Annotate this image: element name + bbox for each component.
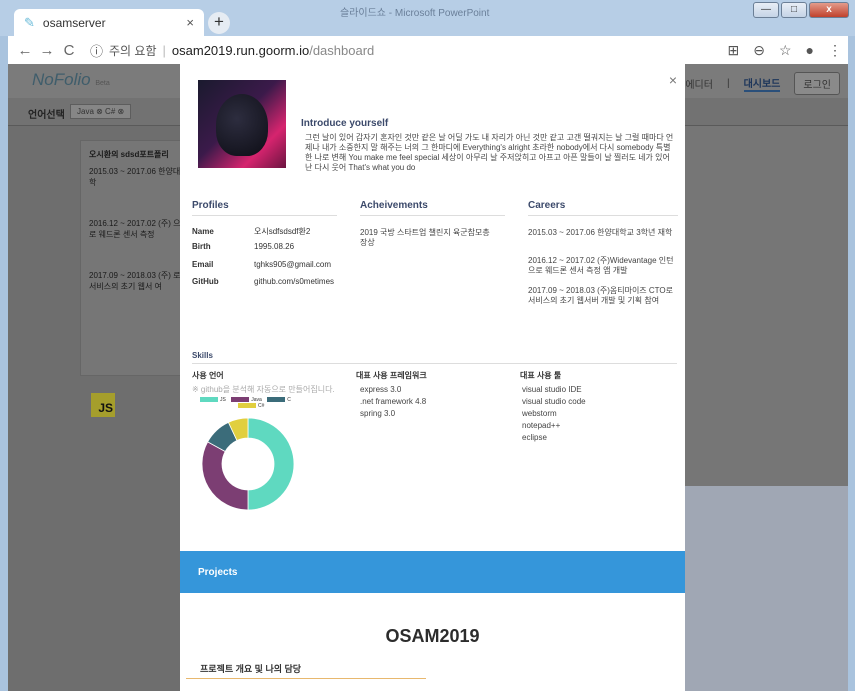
career-item: 2017.09 ~ 2018.03 (주)옴티마이즈 CTO로 서비스의 초기 … bbox=[528, 286, 673, 305]
nav-editor[interactable]: 에디터 bbox=[685, 76, 713, 91]
portfolio-card-item: 2017.09 ~ 2018.03 (주) 로 서비스의 초기 웹서 여 bbox=[89, 271, 181, 291]
window-controls: — □ x bbox=[753, 2, 849, 18]
donut-slice-js[interactable] bbox=[247, 417, 295, 511]
window-frame: 슬라이드쇼 - Microsoft PowerPoint — □ x ✎ osa… bbox=[0, 0, 855, 691]
legend-item-csharp[interactable]: C# bbox=[238, 403, 264, 409]
project-title: OSAM2019 bbox=[385, 626, 480, 646]
tools-heading: 대표 사용 툴 bbox=[520, 371, 562, 380]
tab-favicon-icon: ✎ bbox=[24, 14, 35, 30]
address-bar[interactable]: osam2019.run.goorm.io/dashboard bbox=[172, 43, 374, 58]
page-right-panel bbox=[684, 126, 848, 486]
zoom-icon[interactable]: ⊖ bbox=[753, 42, 765, 59]
frameworks-list: express 3.0 .net framework 4.8 spring 3.… bbox=[360, 384, 426, 420]
profile-github-row: GitHub github.com/s0metimes bbox=[192, 277, 335, 286]
toolbar-right-icons: ⊞ ⊖ ☆ ● ⋮ bbox=[728, 42, 843, 59]
profile-name-row: Name 오시sdfsdsdf환2 bbox=[192, 227, 311, 236]
careers-heading: Careers bbox=[528, 200, 678, 216]
profile-email-row: Email tghks905@gmail.com bbox=[192, 260, 332, 269]
portfolio-card-item: 2016.12 ~ 2017.02 (주) 으로 웨드론 센서 측정 bbox=[89, 219, 181, 239]
security-info-icon[interactable]: ⓘ bbox=[90, 41, 103, 60]
framework-item: express 3.0 bbox=[360, 385, 402, 394]
profiles-heading: Profiles bbox=[192, 200, 337, 216]
overview-underline bbox=[186, 678, 426, 679]
language-filter-chips[interactable]: Java ⊗ C# ⊗ bbox=[70, 104, 132, 119]
maximize-button[interactable]: □ bbox=[781, 2, 807, 18]
language-donut-chart bbox=[201, 417, 295, 511]
security-warning-text[interactable]: 주의 요함 bbox=[109, 42, 157, 59]
browser-tab[interactable]: ✎ osamserver × bbox=[14, 9, 204, 36]
url-host: osam2019.run.goorm.io bbox=[171, 42, 310, 58]
profile-icon[interactable]: ● bbox=[806, 42, 814, 59]
tool-item: notepad++ bbox=[522, 421, 561, 430]
donut-slice-java[interactable] bbox=[201, 441, 249, 511]
background-window-title: 슬라이드쇼 - Microsoft PowerPoint bbox=[340, 8, 490, 19]
js-badge: JS bbox=[91, 393, 115, 417]
tool-item: visual studio code bbox=[522, 397, 586, 406]
skills-heading: Skills bbox=[192, 351, 677, 364]
portfolio-card[interactable]: 오시환의 sdsd포트폴리 2015.03 ~ 2017.06 한양대 학 20… bbox=[80, 140, 190, 417]
modal-close-icon[interactable]: × bbox=[669, 72, 677, 88]
languages-note: ※ github을 분석해 자동으로 만들어집니다. bbox=[192, 385, 335, 394]
project-overview-heading: 프로젝트 개요 및 나의 담당 bbox=[200, 664, 302, 674]
filter-label: 언어선택 bbox=[28, 110, 65, 121]
menu-kebab-icon[interactable]: ⋮ bbox=[828, 42, 842, 59]
tool-item: visual studio IDE bbox=[522, 385, 582, 394]
framework-item: .net framework 4.8 bbox=[360, 397, 427, 406]
nav-divider: | bbox=[726, 78, 730, 89]
app-nav: 에디터 | 대시보드 로그인 bbox=[685, 72, 840, 95]
projects-heading: Projects bbox=[198, 567, 238, 578]
translate-icon[interactable]: ⊞ bbox=[728, 42, 740, 59]
legend-item-js[interactable]: JS bbox=[200, 397, 226, 403]
tab-close-icon[interactable]: × bbox=[186, 15, 194, 30]
url-path: /dashboard bbox=[309, 42, 375, 58]
projects-section-header: Projects bbox=[180, 551, 685, 593]
bookmark-star-icon[interactable]: ☆ bbox=[779, 42, 792, 59]
frameworks-heading: 대표 사용 프레임워크 bbox=[356, 371, 427, 380]
framework-item: spring 3.0 bbox=[360, 409, 396, 418]
achievement-item: 2019 국방 스타트업 챌린지 육군참모총장상 bbox=[360, 228, 490, 247]
page-viewport: NoFolio Beta 에디터 | 대시보드 로그인 언어선택 Java ⊗ … bbox=[8, 64, 848, 691]
tool-item: webstorm bbox=[522, 409, 557, 418]
new-tab-button[interactable]: + bbox=[208, 12, 230, 34]
minimize-button[interactable]: — bbox=[753, 2, 779, 18]
profile-modal: × Introduce yourself 그런 날이 있어 갑자기 혼자인 것만… bbox=[180, 64, 685, 691]
languages-heading: 사용 언어 bbox=[192, 371, 224, 380]
nav-dashboard[interactable]: 대시보드 bbox=[743, 75, 781, 92]
career-item: 2016.12 ~ 2017.02 (주)Widevantage 인턴으로 웨드… bbox=[528, 256, 674, 275]
intro-title: Introduce yourself bbox=[301, 118, 389, 129]
forward-button[interactable]: → bbox=[36, 42, 58, 59]
back-button[interactable]: ← bbox=[14, 42, 36, 59]
profile-birth-row: Birth 1995.08.26 bbox=[192, 242, 295, 251]
tab-title: osamserver bbox=[42, 15, 106, 30]
career-item: 2015.03 ~ 2017.06 한양대학교 3학년 재학 bbox=[528, 228, 673, 237]
nofolio-logo[interactable]: NoFolio Beta bbox=[32, 70, 110, 90]
achievements-heading: Acheivements bbox=[360, 200, 505, 216]
profile-avatar bbox=[198, 80, 286, 168]
tool-item: eclipse bbox=[522, 433, 547, 442]
portfolio-card-item: 2015.03 ~ 2017.06 한양대 학 bbox=[89, 167, 181, 187]
portfolio-card-title: 오시환의 sdsd포트폴리 bbox=[89, 150, 169, 159]
login-button[interactable]: 로그인 bbox=[794, 72, 840, 95]
address-divider: | bbox=[162, 42, 166, 58]
address-toolbar: ← → C ⓘ 주의 요함 | osam2019.run.goorm.io/da… bbox=[8, 36, 848, 64]
reload-button[interactable]: C bbox=[58, 42, 80, 59]
tools-list: visual studio IDE visual studio code web… bbox=[522, 384, 586, 444]
chart-legend: JS Java C C# bbox=[200, 397, 340, 409]
legend-item-c[interactable]: C bbox=[267, 397, 291, 403]
intro-text: 그런 날이 있어 갑자기 혼자인 것만 같은 날 어딜 가도 내 자리가 아닌 … bbox=[305, 133, 674, 172]
avatar-face bbox=[216, 94, 268, 156]
window-close-button[interactable]: x bbox=[809, 2, 849, 18]
